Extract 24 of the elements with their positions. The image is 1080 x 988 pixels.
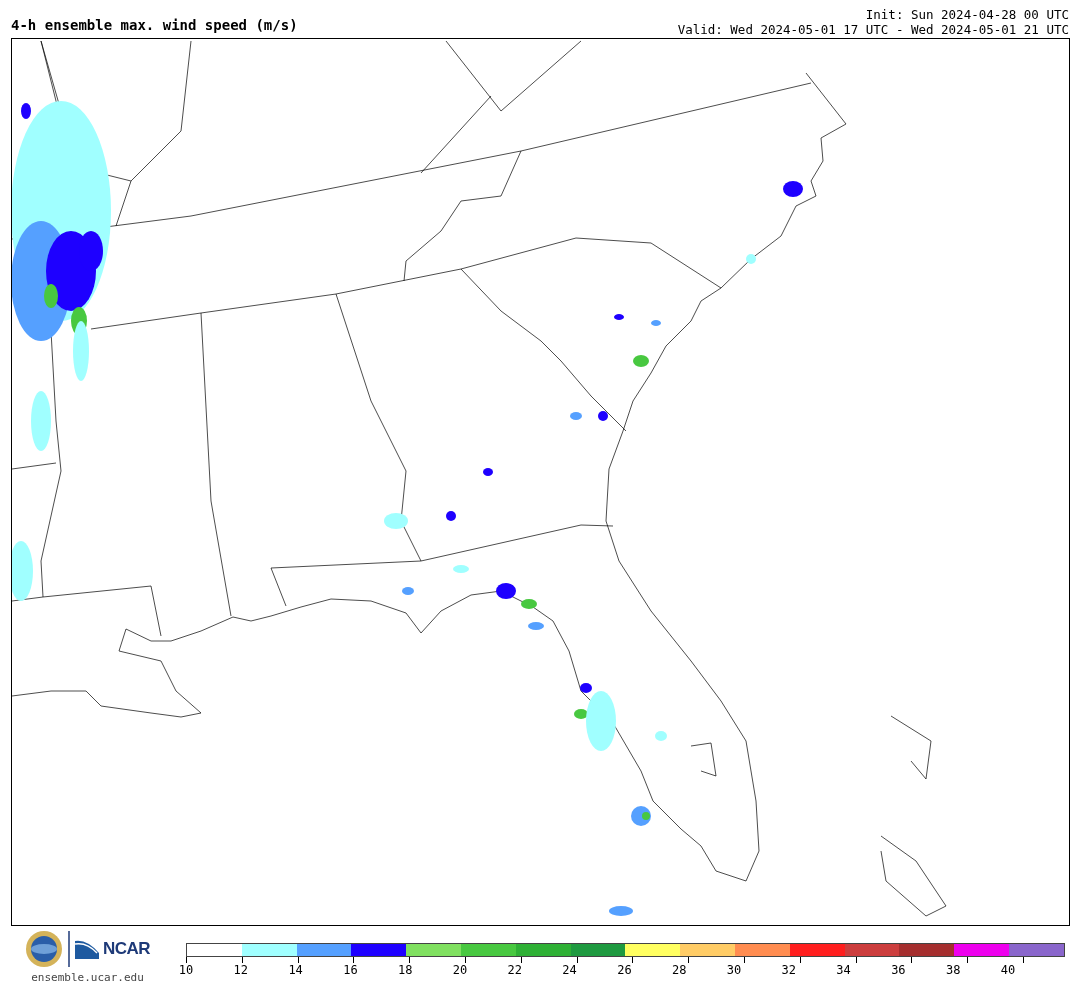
- tick-label: 30: [725, 963, 743, 977]
- tick-label: 10: [177, 963, 195, 977]
- site-url: ensemble.ucar.edu: [31, 971, 144, 984]
- tick-label: 16: [342, 963, 359, 977]
- tick-label: 12: [232, 963, 250, 977]
- tick-label: 36: [890, 963, 907, 977]
- divider-line: [66, 931, 71, 967]
- tick-label: 20: [451, 963, 469, 977]
- tick-label: 14: [287, 963, 304, 977]
- nsf-logo-icon: [24, 930, 63, 968]
- tick-label: 38: [944, 963, 962, 977]
- tick-label: 22: [506, 963, 523, 977]
- ncar-logo-text: NCAR: [102, 939, 151, 959]
- tick-label: 28: [670, 963, 688, 977]
- tick-label: 34: [835, 963, 852, 977]
- tick-label: 26: [616, 963, 633, 977]
- ncar-logo-icon: [74, 939, 99, 959]
- tick-label: 18: [396, 963, 414, 977]
- chart-title: 4-h ensemble max. wind speed (m/s): [11, 17, 298, 35]
- tick-label: 24: [561, 963, 578, 977]
- tick-label: 32: [780, 963, 797, 977]
- tick-label: 40: [999, 963, 1017, 977]
- init-time: Init: Sun 2024-04-28 00 UTC: [865, 7, 1069, 22]
- valid-time: Valid: Wed 2024-05-01 17 UTC - Wed 2024-05-01 21 UTC: [677, 22, 1069, 37]
